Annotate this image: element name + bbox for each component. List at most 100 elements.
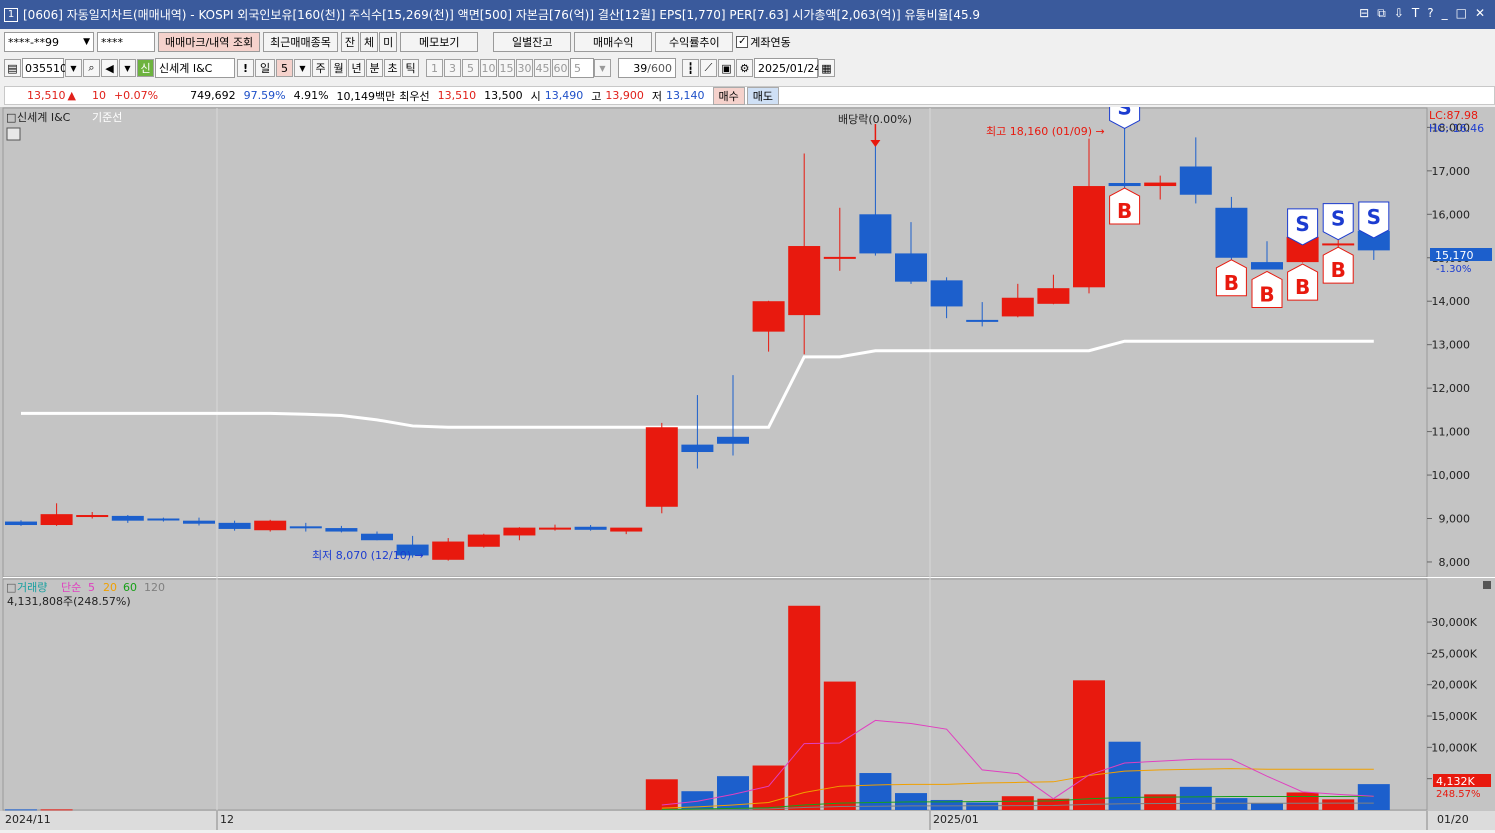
volume-bar[interactable] — [1001, 796, 1034, 810]
candle-body[interactable] — [1001, 297, 1034, 317]
account-select[interactable]: ****-**99 ▼ — [4, 32, 94, 52]
minute-15-button[interactable]: 15 — [498, 59, 515, 77]
candle-body[interactable] — [111, 515, 144, 521]
font-icon[interactable]: T — [1412, 6, 1419, 21]
stock-code-input[interactable]: 035510 — [22, 58, 67, 78]
candle-body[interactable] — [752, 301, 785, 332]
candle-body[interactable] — [147, 518, 180, 521]
candle-body[interactable] — [1108, 183, 1141, 187]
candle-body[interactable] — [1215, 207, 1248, 258]
chevron-down-icon[interactable]: ▼ — [294, 59, 311, 77]
filter-executed-button[interactable]: 체 — [360, 32, 379, 52]
candle-body[interactable] — [645, 427, 678, 507]
candle-body[interactable] — [5, 521, 37, 526]
candle-body[interactable] — [325, 528, 358, 532]
maximize-icon[interactable]: □ — [1456, 6, 1467, 21]
trade-profit-button[interactable]: 매매수익 — [574, 32, 653, 52]
candle-body[interactable] — [1037, 288, 1070, 304]
candle-body[interactable] — [1251, 262, 1283, 270]
volume-bar[interactable] — [1322, 799, 1355, 810]
volume-bar[interactable] — [1357, 784, 1390, 810]
period-day-button[interactable]: 일 — [255, 59, 275, 77]
minute-1-button[interactable]: 1 — [426, 59, 443, 77]
minute-5-button[interactable]: 5 — [462, 59, 479, 77]
period-year-button[interactable]: 년 — [348, 59, 365, 77]
minute-10-button[interactable]: 10 — [480, 59, 497, 77]
candle-body[interactable] — [1179, 166, 1212, 195]
buy-button[interactable]: 매수 — [712, 86, 745, 105]
period-tick-button[interactable]: 틱 — [402, 59, 419, 77]
checkbox-icon[interactable]: ✓ — [736, 36, 749, 48]
chevron-down-icon[interactable]: ▼ — [119, 59, 136, 77]
candle-body[interactable] — [823, 256, 856, 259]
volume-bar[interactable] — [823, 681, 856, 810]
candle-body[interactable] — [503, 527, 536, 536]
minute-45-button[interactable]: 45 — [534, 59, 551, 77]
candle-type-icon[interactable]: ┇ — [682, 59, 699, 77]
close-icon[interactable]: ✕ — [1475, 6, 1485, 21]
minute-30-button[interactable]: 30 — [516, 59, 533, 77]
candle-body[interactable] — [859, 214, 892, 254]
period-week-button[interactable]: 주 — [312, 59, 329, 77]
volume-bar[interactable] — [1073, 680, 1105, 810]
bar-count-input[interactable]: 39/600 — [618, 58, 676, 78]
chart-settings-icon[interactable] — [6, 127, 21, 141]
candle-body[interactable] — [717, 436, 749, 444]
chevron-down-icon[interactable]: ▼ — [65, 59, 82, 77]
return-trend-button[interactable]: 수익률추이 — [655, 32, 734, 52]
minute-60-button[interactable]: 60 — [552, 59, 569, 77]
candle-body[interactable] — [681, 444, 714, 453]
candle-body[interactable] — [467, 534, 500, 547]
candle-body[interactable] — [76, 515, 109, 518]
help-icon[interactable]: ? — [1427, 6, 1433, 21]
account-link-toggle[interactable]: ✓ 계좌연동 — [736, 34, 791, 50]
minimize-icon[interactable]: _ — [1442, 6, 1448, 21]
speaker-icon[interactable]: ◀ — [101, 59, 118, 77]
volume-bar[interactable] — [859, 773, 892, 810]
candle-body[interactable] — [183, 520, 215, 524]
layout-icon[interactable]: ⊟ — [1359, 6, 1369, 21]
trade-mark-query-button[interactable]: 매매마크/내역 조회 — [158, 32, 261, 52]
period-second-button[interactable]: 초 — [384, 59, 401, 77]
password-field[interactable]: **** — [97, 32, 155, 52]
candle-body[interactable] — [610, 527, 643, 532]
candle-body[interactable] — [574, 526, 607, 530]
filter-balance-button[interactable]: 잔 — [340, 32, 360, 52]
candle-body[interactable] — [361, 533, 393, 541]
alert-icon[interactable]: ! — [237, 59, 254, 77]
period-custom-button[interactable]: 5 — [276, 59, 293, 77]
volume-bar[interactable] — [1108, 741, 1141, 810]
stock-chart[interactable]: 18,00017,00016,00015,00014,00013,00012,0… — [0, 91, 1495, 830]
candle-body[interactable] — [1073, 186, 1105, 288]
calendar-icon[interactable]: ▦ — [818, 59, 835, 77]
chevron-down-icon[interactable]: ▼ — [594, 59, 611, 77]
volume-bar[interactable] — [1215, 798, 1248, 810]
search-icon[interactable]: ⌕ — [83, 59, 100, 77]
candle-body[interactable] — [539, 527, 571, 530]
recent-items-button[interactable]: 최근매매종목 — [263, 32, 338, 52]
candle-body[interactable] — [40, 514, 73, 526]
candle-body[interactable] — [218, 522, 251, 529]
close-panel-icon[interactable] — [1483, 581, 1491, 589]
candle-body[interactable] — [895, 253, 927, 282]
filter-pending-button[interactable]: 미 — [379, 32, 398, 52]
candle-body[interactable] — [788, 246, 821, 316]
candle-body[interactable] — [1144, 182, 1177, 187]
minute-custom-input[interactable]: 5 — [570, 58, 594, 78]
period-month-button[interactable]: 월 — [330, 59, 347, 77]
volume-bar[interactable] — [1179, 786, 1212, 810]
save-icon[interactable]: ▣ — [718, 59, 735, 77]
download-icon[interactable]: ⇩ — [1394, 6, 1404, 21]
trend-icon[interactable]: ⟋ — [700, 59, 717, 77]
candle-body[interactable] — [930, 280, 963, 307]
candle-body[interactable] — [1322, 243, 1355, 246]
volume-bar[interactable] — [645, 779, 678, 810]
minute-3-button[interactable]: 3 — [444, 59, 461, 77]
layout-menu-icon[interactable]: ▤ — [4, 59, 21, 77]
candle-body[interactable] — [289, 526, 322, 529]
sell-button[interactable]: 매도 — [746, 86, 780, 105]
date-input[interactable]: 2025/01/24 — [754, 58, 821, 78]
volume-bar[interactable] — [788, 605, 821, 810]
gear-icon[interactable]: ⚙ — [736, 59, 753, 77]
volume-bar[interactable] — [40, 809, 73, 811]
